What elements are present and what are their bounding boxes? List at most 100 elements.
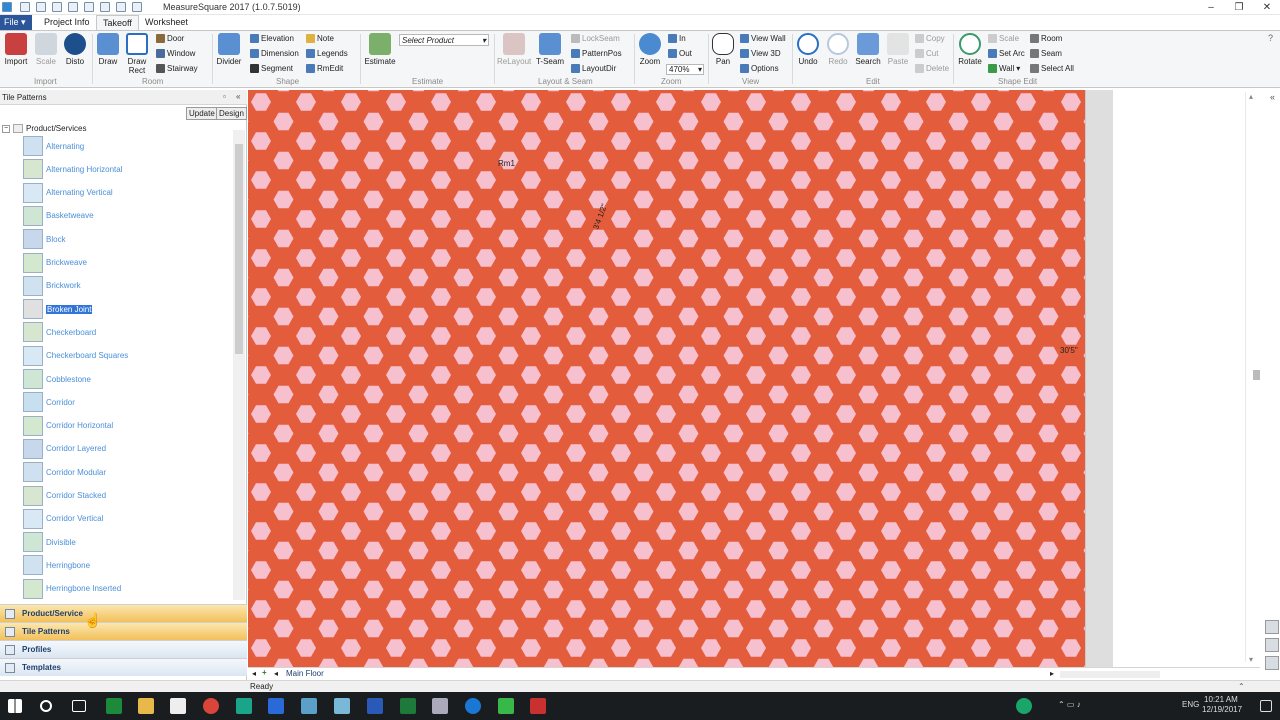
pattern-item[interactable]: Checkerboard — [23, 321, 96, 343]
tray-icons[interactable]: ⌃ ▭ ♪ — [1058, 700, 1081, 709]
mail-icon[interactable] — [170, 698, 186, 714]
help-icon[interactable]: ? — [1268, 33, 1273, 43]
app-icon[interactable] — [236, 698, 252, 714]
clock-date[interactable]: 12/19/2017 — [1202, 705, 1242, 714]
layoutdir-button[interactable]: LayoutDir — [571, 64, 616, 73]
tab-product-service[interactable]: Product/Service — [0, 604, 247, 622]
pattern-item[interactable]: Block — [23, 228, 66, 250]
pattern-item[interactable]: Broken Joint — [23, 298, 93, 320]
pattern-item[interactable]: Brickweave — [23, 252, 87, 274]
scale-button[interactable]: Scale — [33, 33, 59, 66]
pattern-item[interactable]: Divisible — [23, 531, 76, 553]
zoom-level-input[interactable]: 470% ▾ — [666, 64, 704, 75]
pattern-item[interactable]: Alternating Vertical — [23, 182, 113, 204]
draw-rect-button[interactable]: Draw Rect — [124, 33, 150, 75]
relayout-button[interactable]: ReLayout — [497, 33, 531, 66]
tab-worksheet[interactable]: Worksheet — [139, 15, 194, 30]
rmedit-button[interactable]: RmEdit — [306, 64, 343, 73]
window-button[interactable]: Window — [156, 49, 195, 58]
undo-quick-icon[interactable] — [68, 2, 78, 12]
app-icon[interactable] — [301, 698, 317, 714]
prev-sheet-icon[interactable]: ◂ — [252, 669, 256, 678]
select-product-dropdown[interactable]: Select Product ▾ — [399, 34, 489, 46]
save-icon[interactable] — [52, 2, 62, 12]
tab-project-info[interactable]: Project Info — [38, 15, 96, 30]
tab-file[interactable]: File ▾ — [0, 15, 32, 30]
pattern-item[interactable]: Alternating — [23, 135, 84, 157]
collapse-toggle-icon[interactable]: − — [2, 124, 10, 133]
pattern-item[interactable]: Corridor Layered — [23, 438, 106, 460]
collapse-right-icon[interactable]: « — [1270, 92, 1275, 102]
open-icon[interactable] — [36, 2, 46, 12]
tab-profiles[interactable]: Profiles — [0, 640, 247, 658]
grid-icon[interactable] — [1265, 656, 1279, 670]
dimension-label[interactable]: 30'5" — [1060, 346, 1078, 355]
tray-app-icon[interactable] — [1016, 698, 1032, 714]
next-sheet-icon[interactable]: ◂ — [274, 669, 278, 678]
minimize-button[interactable]: – — [1198, 0, 1224, 15]
pattern-item[interactable]: Herringbone Inserted — [23, 578, 121, 600]
dimension-button[interactable]: Dimension — [250, 49, 299, 58]
settings-gear-icon[interactable] — [1265, 638, 1279, 652]
search-circle-icon[interactable] — [40, 700, 52, 712]
scroll-up-icon[interactable]: ▴ — [1249, 92, 1253, 101]
wall-button[interactable]: Wall ▾ — [988, 64, 1020, 73]
print-icon[interactable] — [100, 2, 110, 12]
pattern-item[interactable]: Corridor Vertical — [23, 508, 103, 530]
pattern-item[interactable]: Checkerboard Squares — [23, 345, 128, 367]
app-icon[interactable] — [334, 698, 350, 714]
legends-button[interactable]: Legends — [306, 49, 348, 58]
pattern-item[interactable]: Corridor Modular — [23, 461, 106, 483]
new-icon[interactable] — [20, 2, 30, 12]
drawing-canvas[interactable]: Rm1 30'5" 3'4 1/2" — [248, 90, 1085, 667]
tab-takeoff[interactable]: Takeoff — [96, 15, 139, 31]
note-button[interactable]: Note — [306, 34, 334, 43]
disto-button[interactable]: Disto — [62, 33, 88, 66]
panel-scroll-thumb[interactable] — [1253, 370, 1260, 380]
notifications-icon[interactable] — [1260, 700, 1272, 712]
view-3d-button[interactable]: View 3D — [740, 49, 781, 58]
pattern-item[interactable]: Herringbone — [23, 554, 90, 576]
set-arc-button[interactable]: Set Arc — [988, 49, 1025, 58]
paste-button[interactable]: Paste — [885, 33, 911, 66]
tile-layout[interactable]: Rm1 30'5" 3'4 1/2" — [248, 90, 1085, 667]
scroll-down-icon[interactable]: ▾ — [1249, 655, 1253, 664]
collapse-icon[interactable]: « — [236, 92, 240, 101]
sheet-scrollbar[interactable] — [1060, 671, 1160, 678]
pattern-item[interactable]: Basketweave — [23, 205, 94, 227]
app-icon[interactable] — [432, 698, 448, 714]
room-label[interactable]: Rm1 — [498, 159, 515, 168]
restore-button[interactable]: ❐ — [1226, 0, 1252, 15]
zoom-out-button[interactable]: Out — [668, 49, 692, 58]
pattern-item[interactable]: Cobblestone — [23, 368, 91, 390]
scroll-right-icon[interactable]: ▸ — [1050, 669, 1054, 678]
chrome-icon[interactable] — [203, 698, 219, 714]
pattern-item[interactable]: Corridor — [23, 391, 75, 413]
segment-button[interactable]: Segment — [250, 64, 293, 73]
t-seam-button[interactable]: T-Seam — [535, 33, 565, 66]
panel-scroll-thumb[interactable] — [235, 144, 243, 354]
import-button[interactable]: Import — [3, 33, 29, 66]
zoom-in-button[interactable]: In — [668, 34, 686, 43]
store-icon[interactable] — [106, 698, 122, 714]
elevation-button[interactable]: Elevation — [250, 34, 294, 43]
divider-button[interactable]: Divider — [215, 33, 243, 66]
add-sheet-icon[interactable]: + — [262, 668, 267, 677]
update-button[interactable]: Update — [186, 107, 218, 120]
undo-button[interactable]: Undo — [795, 33, 821, 66]
seam-button[interactable]: Seam — [1030, 49, 1062, 58]
list-view-icon[interactable] — [1265, 620, 1279, 634]
rotate-button[interactable]: Rotate — [956, 33, 984, 66]
customize-icon[interactable] — [132, 2, 142, 12]
options-button[interactable]: Options — [740, 64, 779, 73]
file-explorer-icon[interactable] — [138, 698, 154, 714]
scale-shape-button[interactable]: Scale — [988, 34, 1019, 43]
sheet-tab-main-floor[interactable]: Main Floor — [286, 669, 324, 678]
search-button[interactable]: Search — [854, 33, 882, 66]
app-icon[interactable] — [268, 698, 284, 714]
pattern-item[interactable]: Alternating Horizontal — [23, 158, 122, 180]
delete-button[interactable]: Delete — [915, 64, 949, 73]
close-button[interactable]: ✕ — [1254, 0, 1280, 15]
view-wall-button[interactable]: View Wall — [740, 34, 786, 43]
measuresquare-icon[interactable] — [530, 698, 546, 714]
